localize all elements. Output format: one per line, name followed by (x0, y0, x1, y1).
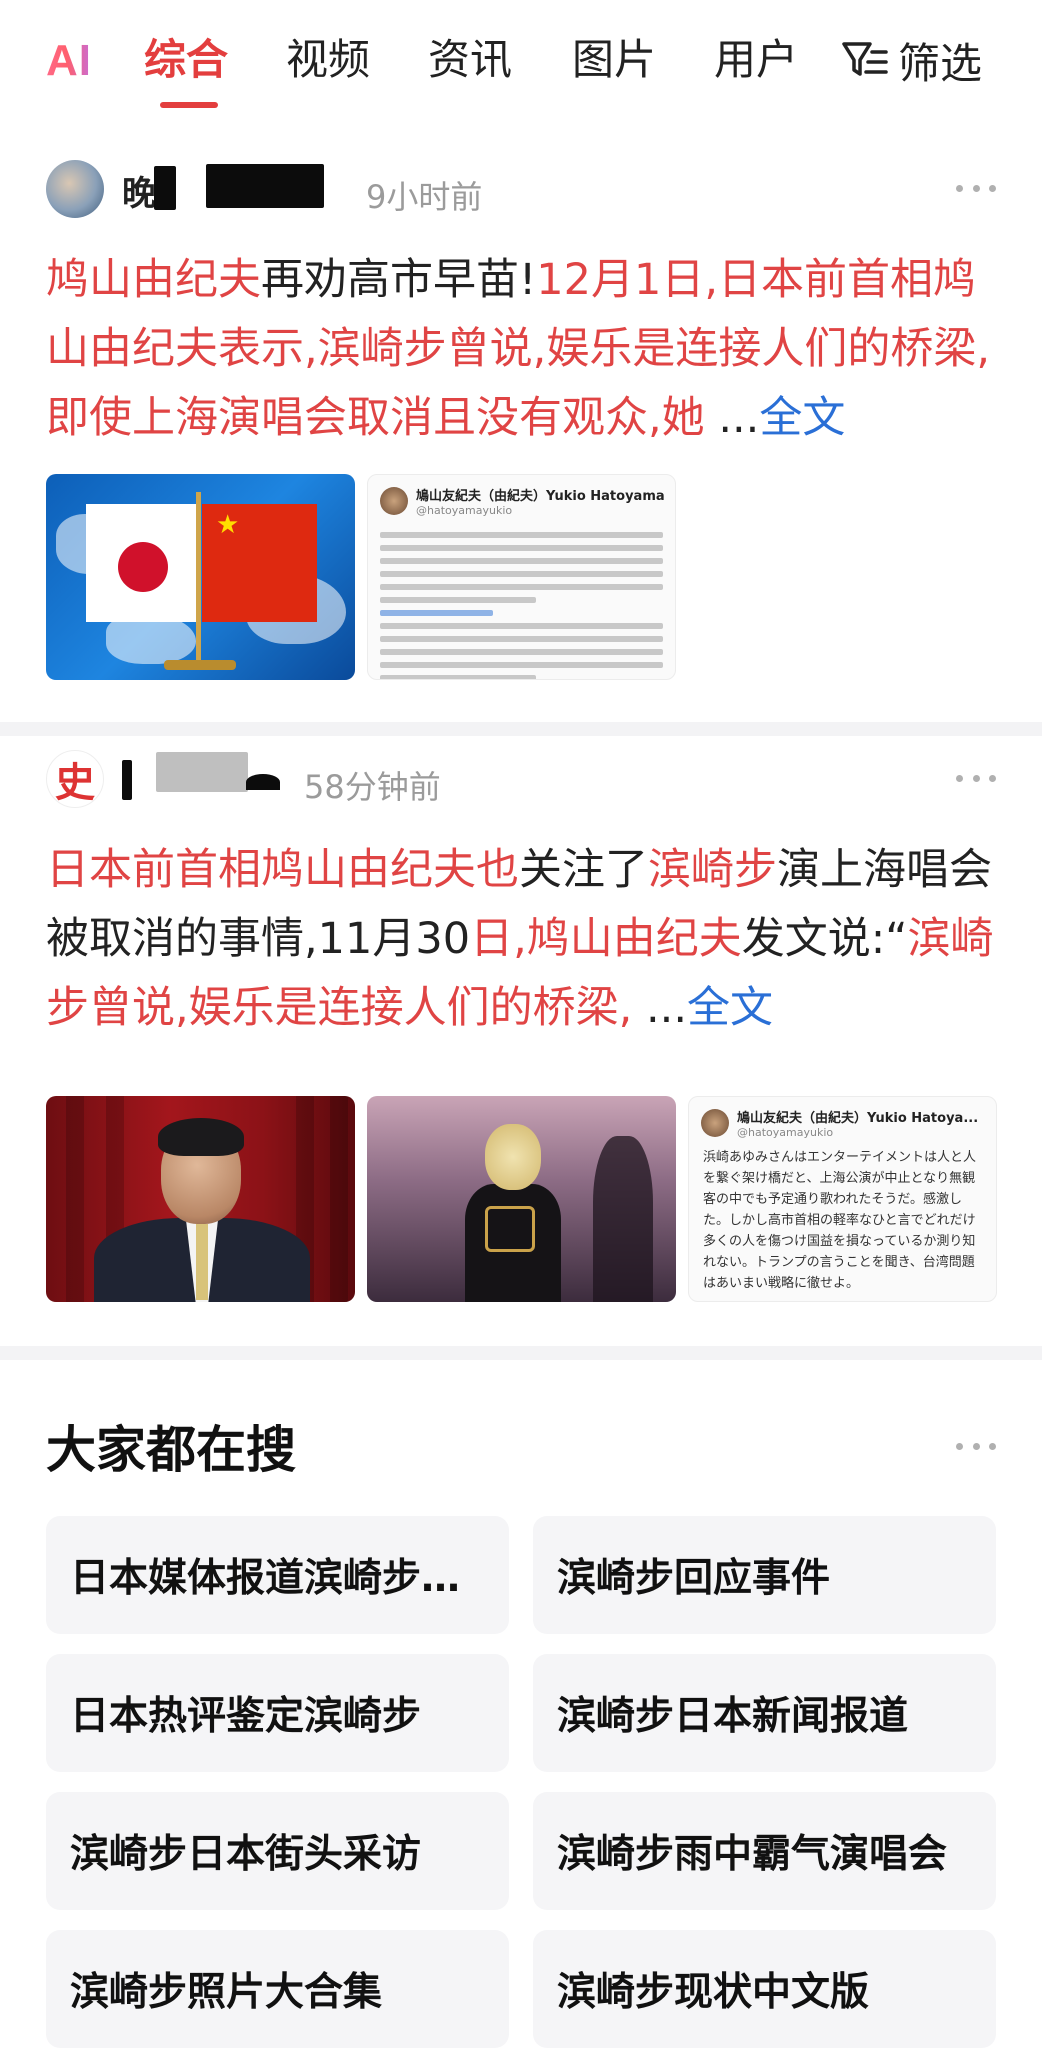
search-suggestion-label: 滨崎步现状中文版 (557, 1970, 870, 2015)
tab-comprehensive[interactable]: 综合 (144, 34, 228, 86)
tab-images[interactable]: 图片 (572, 34, 656, 86)
summary-ellipsis: ... (632, 983, 688, 1033)
post-summary[interactable]: 日本前首相鸠山由纪夫也关注了滨崎步演上海唱会被取消的事情,11月30日,鸠山由纪… (46, 836, 996, 1043)
redaction-block (122, 760, 132, 800)
search-suggestion[interactable]: 滨崎步日本街头采访 (46, 1792, 509, 1910)
search-suggestion-grid: 日本媒体报道滨崎步… 滨崎步回应事件 日本热评鉴定滨崎步 滨崎步日本新闻报道 滨… (46, 1516, 996, 2048)
search-suggestion-label: 日本媒体报道滨崎步… (70, 1556, 461, 1601)
japan-flag (86, 504, 198, 622)
search-suggestion-label: 滨崎步日本街头采访 (70, 1832, 422, 1877)
tweet-screenshot-image[interactable]: 鳩山友紀夫（由紀夫）Yukio Hatoya... @hatoyamayukio… (688, 1096, 997, 1302)
summary-highlight: 日,鸠山由纪夫 (470, 914, 742, 964)
summary-text: 发文说:“ (741, 914, 908, 964)
redaction-block (156, 752, 248, 792)
section-divider (0, 1346, 1042, 1360)
post-author-row: 史 58分钟前 (46, 750, 996, 810)
more-options-icon[interactable] (956, 768, 996, 788)
summary-text: 再劝高市早苗! (261, 255, 537, 305)
summary-ellipsis: ... (704, 393, 760, 443)
top-tab-bar: AI 综合 视频 资讯 图片 用户 筛选 (0, 0, 1042, 140)
post-images: ★ 鳩山友紀夫（由紀夫）Yukio Hatoyama @hatoyamayuki… (46, 474, 676, 680)
summary-highlight: 鸠山由纪夫 (46, 255, 261, 305)
redaction-block (154, 166, 176, 210)
tweet-screenshot-image[interactable]: 鳩山友紀夫（由紀夫）Yukio Hatoyama @hatoyamayukio (367, 474, 676, 680)
filter-label: 筛选 (898, 38, 983, 88)
tweet-handle: @hatoyamayukio (737, 1126, 834, 1139)
concert-image[interactable] (367, 1096, 676, 1302)
post-author-row: 晚 9小时前 (46, 160, 996, 220)
search-suggestion[interactable]: 滨崎步照片大合集 (46, 1930, 509, 2048)
tweet-author: 鳩山友紀夫（由紀夫）Yukio Hatoya... (737, 1111, 979, 1126)
filter-button[interactable]: 筛选 (840, 34, 982, 88)
tab-news[interactable]: 资讯 (428, 34, 512, 86)
search-suggestion-label: 滨崎步照片大合集 (70, 1970, 383, 2015)
tweet-avatar (380, 487, 408, 515)
redaction-block (206, 164, 324, 208)
search-suggestion[interactable]: 滨崎步回应事件 (533, 1516, 996, 1634)
search-suggestion-label: 滨崎步回应事件 (557, 1556, 831, 1601)
more-options-icon[interactable] (956, 178, 996, 198)
author-name[interactable]: 晚 (122, 166, 156, 215)
summary-highlight: 滨崎步 (648, 845, 777, 895)
search-results-page: AI 综合 视频 资讯 图片 用户 筛选 晚 9小时前 鸠山由纪夫再劝高市早苗!… (0, 0, 1042, 2048)
related-searches-title: 大家都在搜 (46, 1421, 296, 1479)
card-divider (0, 722, 1042, 736)
search-suggestion[interactable]: 滨崎步现状中文版 (533, 1930, 996, 2048)
search-suggestion-label: 滨崎步日本新闻报道 (557, 1694, 909, 1739)
search-suggestion[interactable]: 日本媒体报道滨崎步… (46, 1516, 509, 1634)
post-summary[interactable]: 鸠山由纪夫再劝高市早苗!12月1日,日本前首相鸠山由纪夫表示,滨崎步曾说,娱乐是… (46, 246, 996, 453)
ai-logo[interactable]: AI (46, 36, 92, 86)
tab-video[interactable]: 视频 (286, 34, 370, 86)
portrait-image[interactable] (46, 1096, 355, 1302)
post-card[interactable]: 史 58分钟前 日本前首相鸠山由纪夫也关注了滨崎步演上海唱会被取消的事情,11月… (0, 740, 1042, 1340)
read-full-link[interactable]: 全文 (687, 983, 773, 1033)
search-suggestion[interactable]: 日本热评鉴定滨崎步 (46, 1654, 509, 1772)
read-full-link[interactable]: 全文 (759, 393, 845, 443)
search-suggestion-label: 滨崎步雨中霸气演唱会 (557, 1832, 948, 1877)
more-options-icon[interactable] (956, 1436, 996, 1456)
tweet-body: 浜崎あゆみさんはエンターテイメントは人と人を繋ぐ架け橋だと、上海公演が中止となり… (703, 1150, 977, 1291)
post-card[interactable]: 晚 9小时前 鸠山由纪夫再劝高市早苗!12月1日,日本前首相鸠山由纪夫表示,滨崎… (0, 150, 1042, 725)
redaction-block (246, 774, 280, 790)
post-time: 58分钟前 (304, 768, 441, 806)
tweet-author: 鳩山友紀夫（由紀夫）Yukio Hatoyama (416, 489, 665, 504)
post-time: 9小时前 (366, 178, 483, 216)
author-avatar[interactable] (46, 160, 104, 218)
search-suggestion[interactable]: 滨崎步日本新闻报道 (533, 1654, 996, 1772)
post-images: 鳩山友紀夫（由紀夫）Yukio Hatoya... @hatoyamayukio… (46, 1096, 997, 1302)
tweet-body (368, 523, 675, 679)
author-avatar[interactable]: 史 (46, 750, 104, 808)
tweet-avatar (701, 1109, 729, 1137)
summary-text: 关注了 (519, 845, 648, 895)
active-tab-indicator (160, 102, 218, 108)
tab-users[interactable]: 用户 (714, 34, 798, 86)
search-suggestion[interactable]: 滨崎步雨中霸气演唱会 (533, 1792, 996, 1910)
tweet-handle: @hatoyamayukio (416, 504, 513, 517)
search-suggestion-label: 日本热评鉴定滨崎步 (70, 1694, 422, 1739)
filter-icon (842, 42, 888, 76)
related-searches: 大家都在搜 日本媒体报道滨崎步… 滨崎步回应事件 日本热评鉴定滨崎步 滨崎步日本… (0, 1370, 1042, 2048)
summary-highlight: 日本前首相鸠山由纪夫也 (46, 845, 519, 895)
flags-image[interactable]: ★ (46, 474, 355, 680)
